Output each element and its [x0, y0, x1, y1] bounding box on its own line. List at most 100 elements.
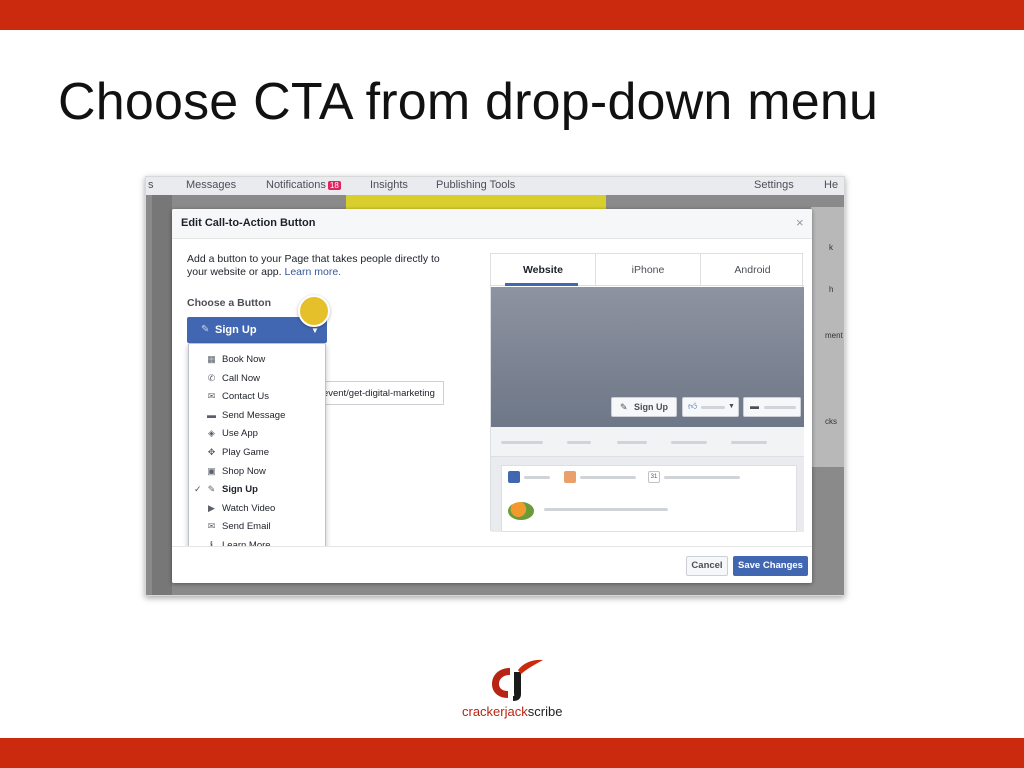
menu-item-label: Contact Us	[222, 391, 269, 403]
menu-item-label: Call Now	[222, 372, 261, 384]
page-right-column: k h ment cks	[811, 207, 844, 467]
envelope-icon: ✉	[207, 391, 216, 402]
calendar-icon: 31	[648, 471, 660, 483]
preview-panel: Website iPhone Android ✎ Sign Up 👍︎ ▼ ▬ …	[490, 253, 804, 532]
chat-bubble-icon: ▬	[750, 401, 759, 411]
menu-item-sign-up[interactable]: ✓ ✎ Sign Up	[189, 481, 327, 499]
placeholder-bar	[701, 406, 725, 409]
highlight-marker	[298, 295, 330, 327]
menu-item-label: Sign Up	[222, 484, 258, 496]
menu-item-send-email[interactable]: ✉ Send Email	[189, 518, 327, 536]
logo-wordmark: crackerjackscribe	[462, 704, 562, 719]
close-icon[interactable]: ×	[796, 216, 804, 229]
nav-item-settings[interactable]: Settings	[754, 179, 794, 191]
website-url-input[interactable]: n/event/get-digital-marketing	[312, 381, 444, 405]
facebook-top-nav: s Messages Notifications 18 Insights Publ…	[146, 177, 844, 195]
dialog-description: Add a button to your Page that takes peo…	[187, 253, 457, 279]
crackerjackscribe-logo	[492, 659, 543, 701]
pencil-icon: ✎	[201, 324, 210, 335]
menu-item-send-message[interactable]: ▬ Send Message	[189, 407, 327, 425]
menu-item-label: Book Now	[222, 354, 266, 365]
placeholder-bar	[524, 476, 550, 479]
placeholder-bar	[764, 406, 796, 409]
right-fragment-3: ment	[825, 331, 843, 340]
nav-item-notifications-label: Notifications	[266, 179, 326, 191]
placeholder-bar	[617, 441, 647, 444]
pencil-icon: ✎	[620, 402, 628, 412]
placeholder-bar	[567, 441, 591, 444]
top-accent-bar	[0, 0, 1024, 30]
menu-item-use-app[interactable]: ◈ Use App	[189, 425, 327, 443]
bottom-accent-bar	[0, 738, 1024, 768]
slide-title: Choose CTA from drop-down menu	[58, 73, 879, 131]
nav-item-fragment[interactable]: s	[148, 179, 154, 191]
photo-icon	[564, 471, 576, 483]
menu-item-watch-video[interactable]: ▶ Watch Video	[189, 500, 327, 518]
right-fragment-1: k	[829, 243, 833, 252]
preview-cover-photo: ✎ Sign Up 👍︎ ▼ ▬	[491, 287, 804, 427]
slide: Choose CTA from drop-down menu s Message…	[0, 0, 1024, 768]
logo-word-crackerjack: crackerjack	[462, 704, 528, 719]
play-icon: ▶	[208, 502, 215, 513]
preview-message-button: ▬	[743, 397, 801, 417]
right-fragment-2: h	[829, 285, 834, 294]
placeholder-bar	[544, 508, 668, 511]
nav-item-messages[interactable]: Messages	[186, 179, 236, 191]
preview-tabs: Website iPhone Android	[491, 254, 804, 286]
placeholder-bar	[731, 441, 767, 444]
placeholder-bar	[580, 476, 636, 479]
pencil-icon: ✎	[207, 484, 216, 495]
page-left-column	[152, 195, 172, 595]
menu-item-shop-now[interactable]: ▣ Shop Now	[189, 463, 327, 481]
cancel-button[interactable]: Cancel	[686, 556, 728, 576]
chat-bubble-icon: ▬	[207, 409, 216, 420]
menu-item-contact-us[interactable]: ✉ Contact Us	[189, 388, 327, 406]
logo-word-scribe: scribe	[527, 704, 563, 719]
dialog-title: Edit Call-to-Action Button	[181, 217, 316, 229]
menu-item-label: Watch Video	[222, 502, 276, 514]
dialog-footer: Cancel Save Changes	[172, 546, 812, 583]
menu-item-call-now[interactable]: ✆ Call Now	[189, 370, 327, 388]
nav-item-help[interactable]: He	[824, 179, 838, 191]
nav-item-publishing-tools[interactable]: Publishing Tools	[436, 179, 515, 191]
tab-iphone[interactable]: iPhone	[596, 254, 700, 286]
preview-cta-button: ✎ Sign Up	[611, 397, 677, 417]
menu-item-label: Send Email	[222, 521, 271, 533]
right-fragment-4: cks	[825, 417, 837, 426]
menu-item-play-game[interactable]: ✥ Play Game	[189, 444, 327, 462]
dialog-header: Edit Call-to-Action Button ×	[172, 209, 812, 239]
calendar-icon: ▦	[207, 354, 216, 364]
edit-cta-dialog: Edit Call-to-Action Button × Add a butto…	[172, 209, 812, 583]
menu-item-book-now[interactable]: ▦ Book Now	[189, 351, 327, 369]
preview-like-button: 👍︎ ▼	[682, 397, 739, 417]
pencil-icon	[508, 471, 520, 483]
placeholder-bar	[501, 441, 543, 444]
preview-cta-label: Sign Up	[634, 402, 668, 412]
gamepad-icon: ✥	[207, 447, 216, 457]
chevron-down-icon: ▼	[728, 403, 735, 410]
tab-website[interactable]: Website	[491, 254, 595, 286]
preview-composer-card: 31	[501, 465, 797, 532]
thumbs-up-icon: 👍︎	[688, 401, 698, 411]
screenshot-frame: s Messages Notifications 18 Insights Publ…	[145, 176, 845, 596]
chevron-down-icon: ▼	[311, 326, 319, 335]
nav-item-insights[interactable]: Insights	[370, 179, 408, 191]
checkmark-icon: ✓	[194, 484, 202, 495]
menu-item-label: Use App	[222, 428, 258, 440]
page-avatar	[508, 502, 534, 520]
tab-android[interactable]: Android	[701, 254, 804, 286]
cube-icon: ◈	[208, 428, 215, 439]
preview-page-body: 31	[491, 457, 804, 532]
menu-item-label: Send Message	[222, 409, 286, 421]
cta-selected-value: Sign Up	[215, 324, 257, 336]
learn-more-link[interactable]: Learn more.	[284, 266, 341, 278]
notification-count-badge: 18	[327, 181, 341, 190]
nav-item-notifications[interactable]: Notifications 18	[266, 179, 341, 191]
menu-item-label: Shop Now	[222, 465, 266, 477]
phone-icon: ✆	[207, 372, 216, 383]
cta-dropdown-menu: ▦ Book Now ✆ Call Now ✉ Contact Us ▬ Send Messa…	[188, 343, 326, 552]
placeholder-bar	[671, 441, 707, 444]
placeholder-bar	[664, 476, 740, 479]
save-changes-button[interactable]: Save Changes	[733, 556, 808, 576]
preview-page-nav	[491, 427, 804, 457]
